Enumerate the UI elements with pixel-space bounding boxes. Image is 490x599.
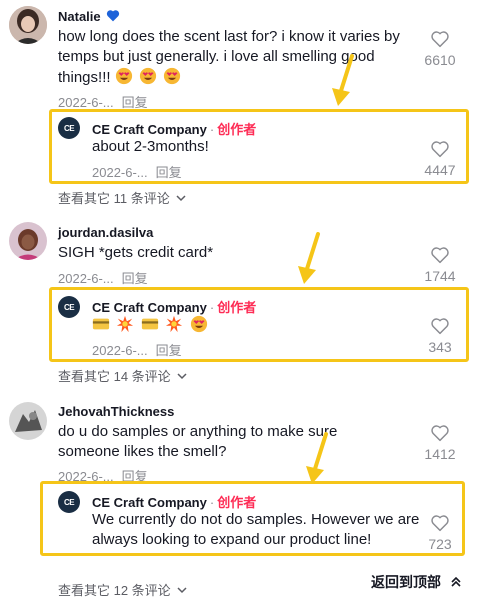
reply-text: about 2-3months! <box>92 138 209 155</box>
comment-meta: 2022-6-... 回复 <box>58 268 148 287</box>
smiling-face-with-heart-eyes-emoji <box>190 315 207 333</box>
creator-avatar[interactable]: CE <box>58 491 80 513</box>
like-button[interactable]: 6610 <box>420 30 460 68</box>
avatar[interactable] <box>9 402 47 440</box>
heart-outline-icon <box>431 247 449 264</box>
creator-badge: 创作者 <box>217 300 257 315</box>
comment-text: SIGH *gets credit card* <box>58 244 214 261</box>
verified-heart-icon <box>107 10 120 22</box>
collision-emoji <box>117 315 134 333</box>
credit-card-emoji <box>92 318 110 330</box>
username[interactable]: jourdan.dasilva <box>58 225 153 240</box>
like-button[interactable]: 343 <box>420 317 460 355</box>
like-button[interactable]: 723 <box>420 514 460 552</box>
credit-card-emoji <box>141 318 159 330</box>
creator-avatar[interactable]: CE <box>58 117 80 139</box>
chevron-down-icon <box>177 373 187 380</box>
username[interactable]: Natalie <box>58 9 120 24</box>
view-more-replies[interactable]: 查看其它 14 条评论 <box>58 366 187 385</box>
view-more-replies[interactable]: 查看其它 11 条评论 <box>58 188 186 207</box>
like-count: 723 <box>428 536 452 552</box>
reply-button[interactable]: 回复 <box>122 271 148 286</box>
reply-meta: 2022-6-... 回复 <box>92 340 182 359</box>
avatar[interactable] <box>9 222 47 260</box>
like-count: 343 <box>428 339 452 355</box>
reply-date: 2022-6-... <box>92 343 148 358</box>
reply-author[interactable]: CE Craft Company · 创作者 <box>92 119 256 138</box>
arrow-annotation-icon <box>306 432 328 484</box>
like-count: 1412 <box>424 446 456 462</box>
username[interactable]: JehovahThickness <box>58 404 174 419</box>
reply-text: We currently do not do samples. However … <box>92 511 420 548</box>
reply-date: 2022-6-... <box>92 165 148 180</box>
comment-date: 2022-6-... <box>58 95 114 110</box>
like-count: 4447 <box>424 162 456 178</box>
reply-button[interactable]: 回复 <box>122 95 148 110</box>
heart-outline-icon <box>431 425 449 442</box>
heart-outline-icon <box>431 141 449 158</box>
back-to-top-button[interactable]: 返回到顶部 <box>371 572 461 592</box>
view-more-replies[interactable]: 查看其它 12 条评论 <box>58 580 187 599</box>
reply-author[interactable]: CE Craft Company · 创作者 <box>92 492 256 511</box>
collision-emoji <box>166 315 183 333</box>
like-button[interactable]: 4447 <box>420 140 460 178</box>
smiling-face-with-heart-eyes-emoji <box>115 67 132 85</box>
smiling-face-with-heart-eyes-emoji <box>139 67 156 85</box>
creator-avatar[interactable]: CE <box>58 296 80 318</box>
heart-outline-icon <box>431 31 449 48</box>
chevron-down-icon <box>177 587 187 594</box>
reply-button[interactable]: 回复 <box>156 343 182 358</box>
like-button[interactable]: 1412 <box>420 424 460 462</box>
avatar[interactable] <box>9 6 47 44</box>
creator-badge: 创作者 <box>217 495 257 510</box>
chevron-down-icon <box>176 195 186 202</box>
arrow-annotation-icon <box>298 232 320 284</box>
like-button[interactable]: 1744 <box>420 246 460 284</box>
like-count: 6610 <box>424 52 456 68</box>
heart-outline-icon <box>431 318 449 335</box>
reply-meta: 2022-6-... 回复 <box>92 162 182 181</box>
creator-badge: 创作者 <box>217 122 257 137</box>
reply-emoji-row <box>92 315 210 335</box>
comment-date: 2022-6-... <box>58 271 114 286</box>
smiling-face-with-heart-eyes-emoji <box>163 67 181 85</box>
heart-outline-icon <box>431 515 449 532</box>
emoji-group <box>115 67 183 86</box>
arrow-annotation-icon <box>332 54 354 106</box>
double-chevron-up-icon <box>451 576 461 587</box>
like-count: 1744 <box>424 268 456 284</box>
comment-text: how long does the scent last for? i know… <box>58 28 400 86</box>
reply-button[interactable]: 回复 <box>156 165 182 180</box>
reply-author[interactable]: CE Craft Company · 创作者 <box>92 297 256 316</box>
